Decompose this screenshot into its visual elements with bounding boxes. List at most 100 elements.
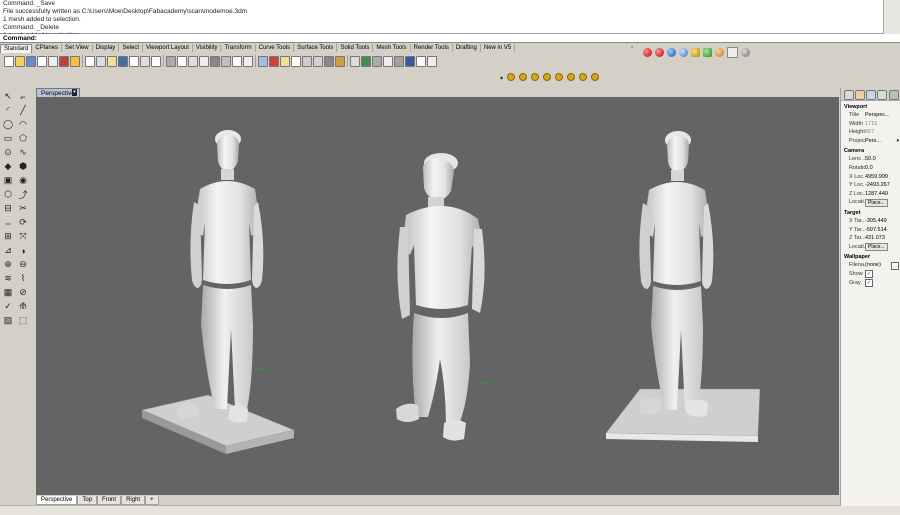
light-icon[interactable] (691, 47, 700, 57)
command-prompt[interactable]: Command: (0, 34, 900, 43)
open-icon[interactable] (15, 55, 25, 67)
snap-quad-icon[interactable] (591, 73, 600, 81)
scale-icon[interactable]: ⤧ (17, 231, 29, 242)
import-icon[interactable] (48, 55, 58, 67)
grid-snap-icon[interactable] (416, 55, 426, 67)
copy-icon[interactable] (70, 55, 80, 67)
toolbar-tab-visibility[interactable]: Visibility (193, 44, 222, 52)
grid-icon[interactable] (199, 55, 209, 67)
camera-place-button[interactable]: Place... (865, 198, 888, 207)
offset-icon[interactable]: ≋ (2, 273, 14, 284)
ground-plane-icon[interactable] (679, 47, 688, 57)
display-icon[interactable] (866, 90, 876, 100)
mesh-icon[interactable]: ⬡ (2, 189, 14, 200)
shade-icon[interactable] (324, 55, 334, 67)
scan-model-left[interactable] (141, 130, 295, 454)
array-icon[interactable]: ⊞ (2, 231, 14, 242)
gumball-icon[interactable]: ⟰ (17, 301, 29, 312)
toolbar-tab-cplanes[interactable]: CPlanes (32, 44, 63, 52)
scan-model-right[interactable] (605, 131, 761, 442)
pan-icon[interactable] (118, 55, 128, 67)
snap-int-icon[interactable] (555, 73, 564, 81)
solid-icon[interactable]: ⬢ (17, 161, 29, 172)
gray-wallpaper-checkbox[interactable]: ✓ (865, 278, 873, 287)
sphere-icon[interactable]: ◉ (17, 175, 29, 186)
viewport-tab-front[interactable]: Front (97, 496, 122, 505)
snap-end-icon[interactable]: ◆ (500, 75, 503, 80)
wire-icon[interactable] (383, 55, 393, 67)
save-icon[interactable] (26, 55, 36, 67)
freeform-icon[interactable]: ∿ (17, 147, 29, 158)
join-icon[interactable]: ⊕ (2, 259, 14, 270)
panel-menu-icon[interactable] (889, 90, 899, 100)
ellipse-icon[interactable]: ⊙ (2, 147, 14, 158)
rotation-field[interactable]: 0.0 (865, 164, 900, 173)
zoom-selected-icon[interactable] (177, 55, 187, 67)
explode-icon[interactable]: ⊖ (17, 259, 29, 270)
more-icon[interactable] (427, 55, 437, 67)
line-icon[interactable]: ╱ (17, 105, 29, 116)
scan-model-middle[interactable] (396, 153, 485, 441)
help-icon[interactable] (877, 90, 887, 100)
camera-y-field[interactable]: -2493.267 (865, 181, 900, 190)
render-icon[interactable] (335, 55, 345, 67)
toolbar-tab-standard[interactable]: Standard (0, 44, 33, 53)
toolbar-tab-solid-tools[interactable]: Solid Tools (337, 44, 374, 52)
toolbar-tab-display[interactable]: Display (93, 44, 120, 52)
wallpaper-filename-field[interactable]: (none) (865, 261, 891, 270)
undo-icon[interactable] (96, 55, 106, 67)
render-preview-icon[interactable] (655, 47, 664, 57)
properties-icon[interactable] (844, 90, 854, 100)
cut-icon[interactable] (59, 55, 69, 67)
hatch-icon[interactable]: ▧ (2, 315, 14, 326)
surface-icon[interactable]: ◆ (2, 161, 14, 172)
pan-view-icon[interactable] (232, 55, 242, 67)
rotate-icon[interactable] (129, 55, 139, 67)
toolbar-tab-new-in-v5[interactable]: New in V5 (481, 44, 516, 52)
toolbar-tab-drafting[interactable]: Drafting (453, 44, 481, 52)
zoom-extents-icon[interactable] (166, 55, 176, 67)
light-icon[interactable] (280, 55, 290, 67)
print-icon[interactable] (37, 55, 47, 67)
toolbar-tab-render-tools[interactable]: Render Tools (411, 44, 453, 52)
snap-perp-icon[interactable] (567, 73, 576, 81)
snap-point-icon[interactable] (519, 73, 528, 81)
target-z-field[interactable]: 431.073 (865, 234, 900, 243)
target-y-field[interactable]: -597.514 (865, 226, 900, 235)
environment-icon[interactable] (667, 47, 676, 57)
target-x-field[interactable]: -305.449 (865, 217, 900, 226)
browse-button[interactable]: … (891, 261, 899, 270)
new-file-icon[interactable] (4, 55, 14, 67)
curve-icon[interactable]: ◜ (2, 105, 14, 116)
target-place-button[interactable]: Place... (865, 243, 888, 252)
ghost-icon[interactable] (372, 55, 382, 67)
xray-icon[interactable] (394, 55, 404, 67)
toolbar-tab-surface-tools[interactable]: Surface Tools (294, 44, 338, 52)
snap-near-icon[interactable] (507, 73, 516, 81)
box-icon[interactable]: ▣ (2, 175, 14, 186)
viewport-title-field[interactable]: Perspec... (865, 111, 900, 120)
analyze-icon[interactable]: ⊘ (17, 287, 29, 298)
properties-icon[interactable] (291, 55, 301, 67)
lens-length-field[interactable]: 50.0 (865, 155, 900, 164)
project-icon[interactable]: ⌇ (17, 273, 29, 284)
sphere-icon[interactable] (361, 55, 371, 67)
toolbar-tab-select[interactable]: Select (119, 44, 143, 52)
render-mesh-icon[interactable] (313, 55, 323, 67)
render-settings-icon[interactable] (727, 46, 738, 58)
toolbar-tab-mesh-tools[interactable]: Mesh Tools (373, 44, 411, 52)
toolbar-tab-set-view[interactable]: Set View (62, 44, 93, 52)
point-icon[interactable]: ⌐ (17, 91, 29, 102)
hand-icon[interactable] (107, 55, 117, 67)
toolbar-tab-viewport-layout[interactable]: Viewport Layout (143, 44, 193, 52)
viewport-menu-icon[interactable]: ▾ (72, 89, 77, 96)
set-view-icon[interactable] (221, 55, 231, 67)
zoom-window-icon[interactable] (151, 55, 161, 67)
snap-cen-icon[interactable] (543, 73, 552, 81)
viewport-tab-right[interactable]: Right (121, 496, 146, 505)
layer-icon[interactable] (269, 55, 279, 67)
arrow-icon[interactable] (405, 55, 415, 67)
trim-icon[interactable]: ✂ (17, 203, 29, 214)
cplane-icon[interactable] (210, 55, 220, 67)
check-icon[interactable]: ✓ (2, 301, 14, 312)
